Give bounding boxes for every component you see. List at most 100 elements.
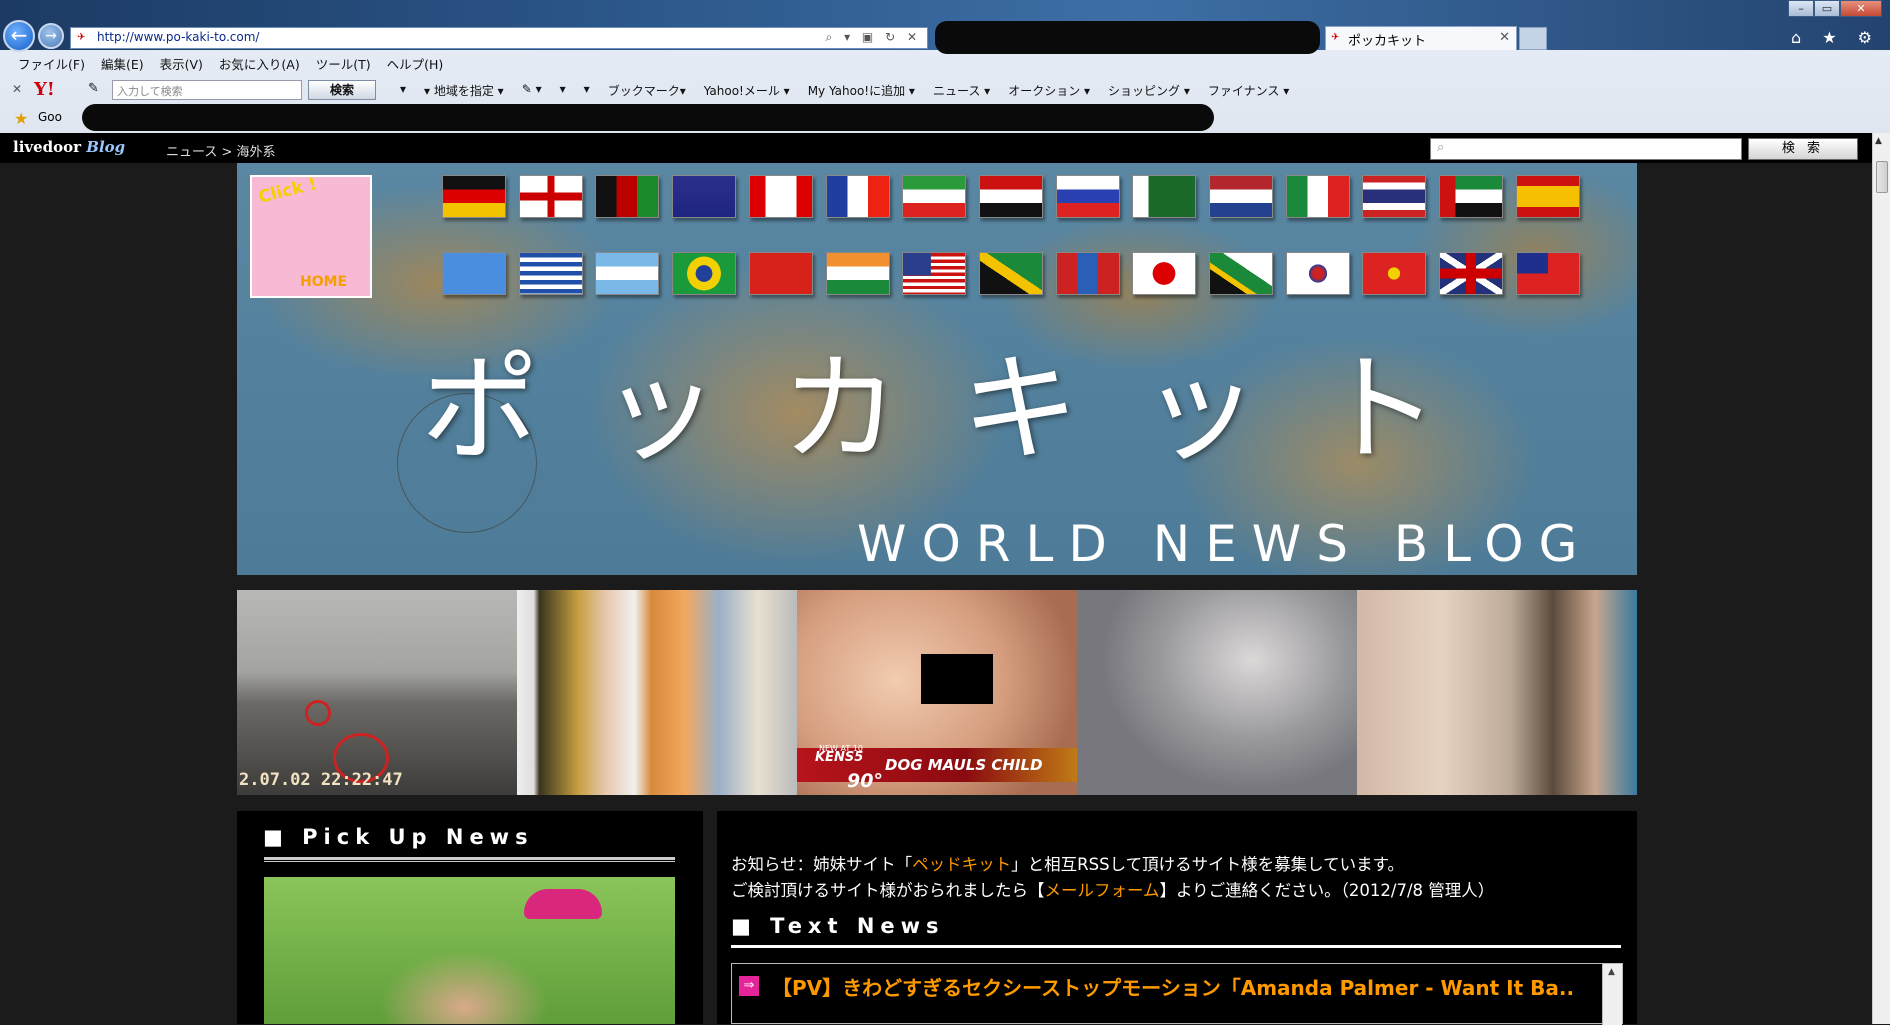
menu-help[interactable]: ヘルプ(H) xyxy=(387,54,444,76)
pickup-news-panel: ■ Pick Up News xyxy=(237,811,703,1024)
flag-netherlands-icon[interactable] xyxy=(1209,175,1273,218)
sister-site-link[interactable]: ペッドキット xyxy=(912,855,1011,874)
menu-view[interactable]: 表示(V) xyxy=(160,54,203,76)
flag-iraq-icon[interactable] xyxy=(978,175,1043,218)
flag-afghanistan-icon[interactable] xyxy=(595,175,660,218)
flag-france-icon[interactable] xyxy=(825,175,890,218)
flag-greece-icon[interactable] xyxy=(518,252,583,295)
toolbar-item-auction[interactable]: オークション ▾ xyxy=(1008,82,1090,99)
livedoor-blog-logo[interactable]: livedoor Blog xyxy=(13,138,125,156)
flag-brazil-icon[interactable] xyxy=(672,252,737,295)
tab-title: ポッカキット xyxy=(1348,34,1427,49)
station-logo: KENS5 xyxy=(815,750,864,765)
address-url: http://www.po-kaki-to.com/ xyxy=(97,30,260,44)
flag-mongolia-icon[interactable] xyxy=(1055,252,1120,295)
temperature-label: 90° xyxy=(847,770,883,792)
tab-pokkakitto[interactable]: ✈ ポッカキット ✕ xyxy=(1325,26,1517,50)
flag-south-africa-icon[interactable] xyxy=(1209,252,1273,295)
flag-vietnam-icon[interactable] xyxy=(1362,252,1427,295)
scroll-up-arrow-icon[interactable]: ▲ xyxy=(1875,136,1882,146)
menu-favorites[interactable]: お気に入り(A) xyxy=(219,54,300,76)
flag-england-icon[interactable] xyxy=(518,175,583,218)
pencil-icon[interactable]: ✎ xyxy=(88,81,99,96)
notice-text: 」と相互RSSして頂けるサイト様を募集しています。 xyxy=(1011,855,1404,874)
flag-south-korea-icon[interactable] xyxy=(1285,252,1350,295)
flag-taiwan-icon[interactable] xyxy=(1515,252,1580,295)
menu-bar: ファイル(F) 編集(E) 表示(V) お気に入り(A) ツール(T) ヘルプ(… xyxy=(0,54,443,76)
flag-usa-icon[interactable] xyxy=(902,252,967,295)
thumbnail-dresses[interactable] xyxy=(517,590,797,795)
toolbar-item-highlight[interactable]: ✎ ▾ xyxy=(522,82,542,99)
favorite-google[interactable]: Goo xyxy=(38,110,62,124)
page-scrollbar[interactable]: ▲ xyxy=(1872,133,1890,1024)
toolbar-item-shield[interactable]: ▾ xyxy=(400,82,406,99)
flag-russia-icon[interactable] xyxy=(1055,175,1120,218)
new-tab-button[interactable] xyxy=(1519,27,1547,50)
toolbar-item-myyahoo[interactable]: My Yahoo!に追加 ▾ xyxy=(808,82,915,99)
toolbar-item-news[interactable]: ニュース ▾ xyxy=(933,82,990,99)
home-favorites-tools-icons[interactable]: ⌂ ★ ⚙ xyxy=(1791,28,1880,47)
toolbar-item-region[interactable]: ▾ 地域を指定 ▾ xyxy=(424,82,504,99)
notice-text: 】よりご連絡ください。（2012/7/8 管理人） xyxy=(1159,881,1495,900)
tab-close-icon[interactable]: ✕ xyxy=(1499,30,1510,45)
flag-thailand-icon[interactable] xyxy=(1362,175,1427,218)
news-list-scrollbar[interactable]: ▲ xyxy=(1602,964,1622,1025)
breadcrumb[interactable]: ニュース > 海外系 xyxy=(166,141,276,160)
toolbar-item-finance[interactable]: ファイナンス ▾ xyxy=(1208,82,1289,99)
pickup-news-heading: ■ Pick Up News xyxy=(263,825,534,849)
redacted-area xyxy=(935,21,1320,54)
flag-canada-icon[interactable] xyxy=(748,175,813,218)
flag-uk-icon[interactable] xyxy=(1439,252,1504,295)
thumbnail-indoor[interactable] xyxy=(1357,590,1637,795)
toolbar-item-tool1[interactable]: ▾ xyxy=(560,82,566,99)
flag-japan-icon[interactable] xyxy=(1132,252,1197,295)
toolbar-item-bookmark[interactable]: ブックマーク▾ xyxy=(608,82,686,99)
flag-uae-icon[interactable] xyxy=(1439,175,1504,218)
toolbar-close-icon[interactable]: ✕ xyxy=(12,82,22,96)
flag-india-icon[interactable] xyxy=(825,252,890,295)
tab-favicon-icon: ✈ xyxy=(1331,32,1340,43)
flag-argentina-icon[interactable] xyxy=(595,252,660,295)
toolbar-item-tool2[interactable]: ▾ xyxy=(584,82,590,99)
favorites-star-icon[interactable]: ★ xyxy=(14,109,28,128)
toolbar-item-mail[interactable]: Yahoo!メール ▾ xyxy=(704,82,790,99)
maximize-button[interactable]: ▭ xyxy=(1814,0,1840,17)
toolbar-search-button[interactable]: 検索 xyxy=(308,80,376,100)
pickup-news-image[interactable] xyxy=(264,877,675,1024)
flag-germany-icon[interactable] xyxy=(442,175,506,218)
menu-edit[interactable]: 編集(E) xyxy=(101,54,144,76)
close-window-button[interactable]: ✕ xyxy=(1840,0,1882,17)
flag-jamaica-icon[interactable] xyxy=(978,252,1043,295)
toolbar-search-input[interactable]: 入力して検索 xyxy=(112,80,302,100)
thumbnail-street-smoke[interactable] xyxy=(1077,590,1357,795)
notice-text: ご検討頂けるサイト様がおられましたら【 xyxy=(731,881,1045,900)
minimize-button[interactable]: – xyxy=(1788,0,1814,17)
notice-line-1: お知らせ：姉妹サイト「ペッドキット」と相互RSSして頂けるサイト様を募集していま… xyxy=(731,851,1404,875)
arrow-right-icon: ⇒ xyxy=(739,976,759,996)
forward-button[interactable]: → xyxy=(38,23,64,49)
scroll-thumb[interactable] xyxy=(1876,161,1888,193)
blog-search-input[interactable]: ⌕ xyxy=(1430,138,1742,160)
home-logo-button[interactable]: Click ! HOME xyxy=(250,174,372,298)
flag-china-icon[interactable] xyxy=(748,252,813,295)
address-bar-icons[interactable]: ⌕ ▾ ▣ ↻ ✕ xyxy=(826,30,921,45)
thumbnail-dashcam[interactable]: 2.07.02 22:22:47 xyxy=(237,590,517,795)
address-bar[interactable]: ✈ http://www.po-kaki-to.com/ ⌕ ▾ ▣ ↻ ✕ xyxy=(70,27,928,49)
yahoo-logo-button[interactable]: Y! xyxy=(34,79,55,100)
blog-search-button[interactable]: 検 索 xyxy=(1748,138,1858,160)
flag-pakistan-icon[interactable] xyxy=(1132,175,1197,218)
menu-file[interactable]: ファイル(F) xyxy=(18,54,85,76)
flag-spain-icon[interactable] xyxy=(1515,175,1580,218)
flag-iran-icon[interactable] xyxy=(902,175,967,218)
flag-somalia-icon[interactable] xyxy=(442,252,506,295)
livedoor-header-bar: livedoor Blog ニュース > 海外系 ⌕ 検 索 xyxy=(0,133,1872,163)
back-button[interactable]: ← xyxy=(3,20,35,52)
scroll-up-arrow-icon[interactable]: ▲ xyxy=(1608,967,1615,977)
mail-form-link[interactable]: メールフォーム xyxy=(1045,881,1160,900)
flag-australia-icon[interactable] xyxy=(672,175,737,218)
news-item-link[interactable]: 【PV】きわどすぎるセクシーストップモーション「Amanda Palmer - … xyxy=(772,972,1574,1001)
menu-tools[interactable]: ツール(T) xyxy=(316,54,371,76)
toolbar-item-shopping[interactable]: ショッピング ▾ xyxy=(1108,82,1190,99)
flag-italy-icon[interactable] xyxy=(1285,175,1350,218)
thumbnail-news-report[interactable]: NEW AT 10 KENS5 90° DOG MAULS CHILD xyxy=(797,590,1077,795)
